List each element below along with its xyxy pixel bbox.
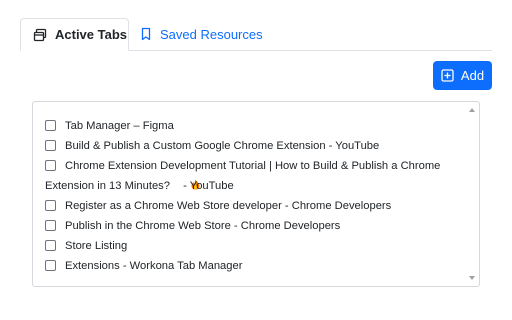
item-checkbox[interactable] [45, 200, 56, 211]
list-item[interactable]: Register as a Chrome Web Store developer… [33, 196, 466, 216]
fire-icon [171, 177, 200, 190]
item-checkbox[interactable] [45, 260, 56, 271]
item-checkbox[interactable] [45, 160, 56, 171]
scroll-up-icon[interactable] [469, 108, 475, 112]
item-checkbox[interactable] [45, 120, 56, 131]
item-title: Tab Manager – Figma [65, 120, 174, 132]
tab-list[interactable]: Tab Manager – Figma Build & Publish a Cus… [32, 101, 480, 287]
item-title: Extensions - Workona Tab Manager [65, 260, 243, 272]
list-item[interactable]: Publish in the Chrome Web Store - Chrome… [33, 216, 466, 236]
list-top-spacer [33, 102, 466, 116]
scrollbar[interactable] [466, 102, 479, 286]
tab-saved-resources[interactable]: Saved Resources [139, 18, 263, 50]
list-item[interactable]: Extensions - Workona Tab Manager [33, 256, 466, 276]
tab-active-tabs[interactable]: Active Tabs [20, 18, 129, 51]
plus-square-icon [441, 69, 454, 82]
item-title: Chrome Extension Development Tutorial | … [45, 160, 441, 192]
tab-active-tabs-label: Active Tabs [55, 27, 128, 42]
add-button[interactable]: Add [433, 61, 492, 90]
tab-saved-resources-label: Saved Resources [160, 26, 263, 42]
bookmark-icon [139, 27, 153, 41]
item-checkbox[interactable] [45, 140, 56, 151]
item-title-suffix: - YouTube [180, 180, 234, 192]
item-title: Register as a Chrome Web Store developer… [65, 200, 392, 212]
list-item[interactable]: Store Listing [33, 236, 466, 256]
item-title: Publish in the Chrome Web Store - Chrome… [65, 220, 341, 232]
item-checkbox[interactable] [45, 220, 56, 231]
list-item[interactable]: Chrome Extension Development Tutorial | … [33, 156, 466, 196]
item-title: Store Listing [65, 240, 128, 252]
tab-bar: Active Tabs Saved Resources [20, 18, 492, 51]
window-icon [33, 28, 47, 42]
item-checkbox[interactable] [45, 240, 56, 251]
scroll-down-icon[interactable] [469, 276, 475, 280]
list-item[interactable]: Tab Manager – Figma [33, 116, 466, 136]
add-button-label: Add [460, 68, 485, 83]
tab-list-items: Tab Manager – Figma Build & Publish a Cus… [33, 102, 466, 286]
item-title: Build & Publish a Custom Google Chrome E… [65, 140, 380, 152]
list-item[interactable]: Build & Publish a Custom Google Chrome E… [33, 136, 466, 156]
